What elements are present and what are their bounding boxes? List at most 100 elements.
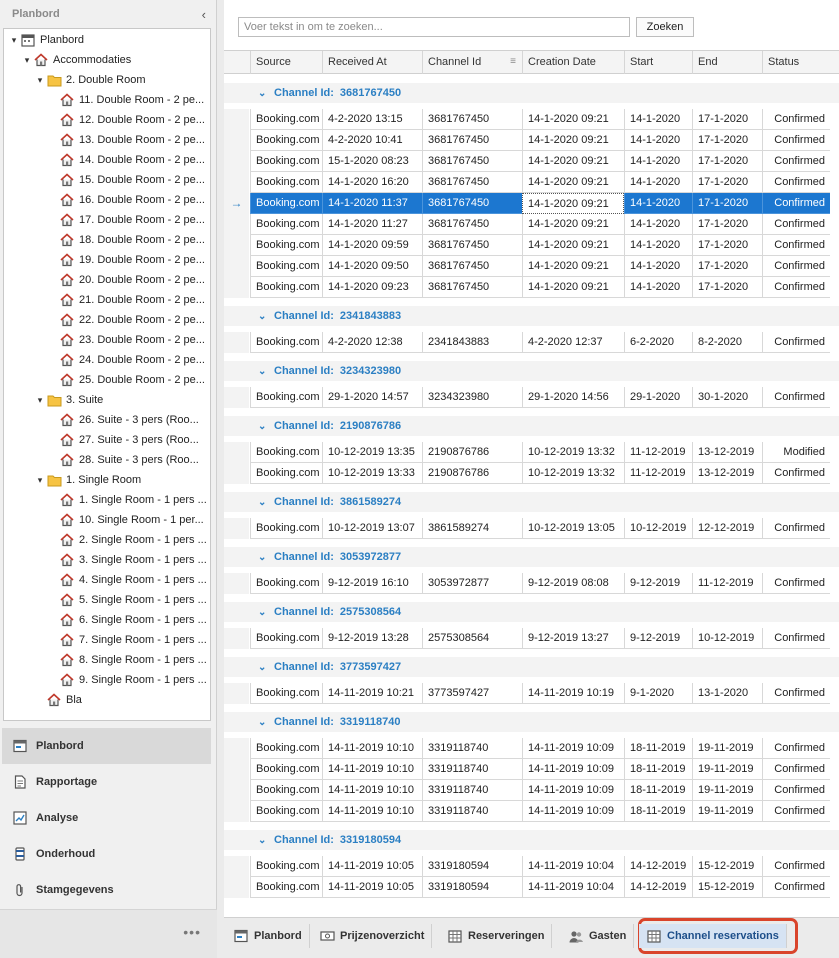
tree-node[interactable]: 25. Double Room - 2 pe...	[47, 370, 205, 390]
tree-node[interactable]: ▾ 1. Single Room	[34, 470, 141, 490]
table-cell-channel-id[interactable]: 3681767450	[422, 130, 522, 151]
table-cell-end[interactable]: 15-12-2019	[692, 877, 762, 898]
table-row[interactable]: Booking.com 14-1-2020 16:20 3681767450 14-1…	[224, 172, 839, 193]
table-cell-start[interactable]: 14-1-2020	[624, 256, 692, 277]
tree-node[interactable]: 23. Double Room - 2 pe...	[47, 330, 205, 350]
table-cell-received-at[interactable]: 14-11-2019 10:10	[322, 801, 422, 822]
table-row[interactable]: Booking.com 10-12-2019 13:07 3861589274 10-…	[224, 518, 839, 539]
table-cell-status[interactable]: Confirmed	[762, 130, 830, 151]
tree-node[interactable]: 20. Double Room - 2 pe...	[47, 270, 205, 290]
table-row[interactable]: Booking.com 4-2-2020 10:41 3681767450 14-1-…	[224, 130, 839, 151]
tree-node[interactable]: 1. Single Room - 1 pers ...	[47, 490, 207, 510]
table-cell-creation-date[interactable]: 14-1-2020 09:21	[522, 109, 624, 130]
table-row[interactable]: Booking.com 9-12-2019 16:10 3053972877 9-12…	[224, 573, 839, 594]
tree-expander-icon[interactable]: ▾	[34, 75, 46, 86]
table-cell-received-at[interactable]: 14-11-2019 10:05	[322, 856, 422, 877]
table-cell-status[interactable]: Confirmed	[762, 780, 830, 801]
table-cell-end[interactable]: 19-11-2019	[692, 738, 762, 759]
tab-reserveringen[interactable]: Reserveringen	[440, 924, 553, 948]
table-cell-channel-id[interactable]: 3681767450	[422, 193, 522, 214]
table-cell-status[interactable]: Confirmed	[762, 628, 830, 649]
table-row[interactable]: Booking.com 14-11-2019 10:10 3319118740 14-…	[224, 780, 839, 801]
table-cell-status[interactable]: Confirmed	[762, 235, 830, 256]
table-cell-start[interactable]: 14-1-2020	[624, 277, 692, 298]
table-cell-start[interactable]: 18-11-2019	[624, 780, 692, 801]
table-cell-channel-id[interactable]: 3861589274	[422, 518, 522, 539]
table-cell-end[interactable]: 11-12-2019	[692, 573, 762, 594]
group-row[interactable]: ⌄ Channel Id: 3681767450	[224, 83, 839, 103]
table-cell-creation-date[interactable]: 14-11-2019 10:09	[522, 738, 624, 759]
group-row[interactable]: ⌄ Channel Id: 2190876786	[224, 416, 839, 436]
group-row[interactable]: ⌄ Channel Id: 2575308564	[224, 602, 839, 622]
table-cell-end[interactable]: 17-1-2020	[692, 130, 762, 151]
table-cell-creation-date[interactable]: 14-1-2020 09:21	[522, 193, 624, 214]
table-row[interactable]: Booking.com 4-2-2020 13:15 3681767450 14-1-…	[224, 109, 839, 130]
tab-planbord[interactable]: Planbord	[226, 924, 310, 948]
column-header-creation-date[interactable]: Creation Date	[522, 51, 624, 74]
search-input[interactable]: Voer tekst in om te zoeken...	[238, 17, 630, 37]
table-cell-received-at[interactable]: 4-2-2020 12:38	[322, 332, 422, 353]
table-cell-source[interactable]: Booking.com	[250, 193, 322, 214]
tree-node[interactable]: 7. Single Room - 1 pers ...	[47, 630, 207, 650]
table-cell-status[interactable]: Confirmed	[762, 856, 830, 877]
table-cell-channel-id[interactable]: 3681767450	[422, 277, 522, 298]
group-row[interactable]: ⌄ Channel Id: 3861589274	[224, 492, 839, 512]
table-cell-start[interactable]: 9-1-2020	[624, 683, 692, 704]
table-cell-start[interactable]: 14-1-2020	[624, 172, 692, 193]
column-header-received-at[interactable]: Received At	[322, 51, 422, 74]
table-cell-status[interactable]: Confirmed	[762, 683, 830, 704]
table-cell-source[interactable]: Booking.com	[250, 151, 322, 172]
table-cell-start[interactable]: 14-12-2019	[624, 856, 692, 877]
tree-node[interactable]: 8. Single Room - 1 pers ...	[47, 650, 207, 670]
table-cell-end[interactable]: 17-1-2020	[692, 172, 762, 193]
table-cell-received-at[interactable]: 14-1-2020 09:23	[322, 277, 422, 298]
table-cell-source[interactable]: Booking.com	[250, 256, 322, 277]
tab-channel-reservations[interactable]: Channel reservations	[639, 924, 787, 948]
table-cell-received-at[interactable]: 29-1-2020 14:57	[322, 387, 422, 408]
table-cell-channel-id[interactable]: 3319118740	[422, 780, 522, 801]
table-cell-start[interactable]: 14-1-2020	[624, 109, 692, 130]
chevron-down-icon[interactable]: ⌄	[258, 88, 266, 99]
table-cell-channel-id[interactable]: 3053972877	[422, 573, 522, 594]
table-cell-creation-date[interactable]: 29-1-2020 14:56	[522, 387, 624, 408]
chevron-down-icon[interactable]: ⌄	[258, 366, 266, 377]
table-cell-creation-date[interactable]: 14-1-2020 09:21	[522, 256, 624, 277]
table-cell-source[interactable]: Booking.com	[250, 463, 322, 484]
group-row[interactable]: ⌄ Channel Id: 3053972877	[224, 547, 839, 567]
table-cell-channel-id[interactable]: 3681767450	[422, 214, 522, 235]
tree-node[interactable]: 17. Double Room - 2 pe...	[47, 210, 205, 230]
table-cell-channel-id[interactable]: 2190876786	[422, 463, 522, 484]
table-cell-status[interactable]: Confirmed	[762, 214, 830, 235]
table-cell-source[interactable]: Booking.com	[250, 759, 322, 780]
table-cell-start[interactable]: 9-12-2019	[624, 628, 692, 649]
nav-item-analyse[interactable]: Analyse	[0, 800, 217, 836]
table-cell-received-at[interactable]: 4-2-2020 10:41	[322, 130, 422, 151]
tree-node[interactable]: ▾ Planbord	[8, 30, 84, 50]
table-cell-status[interactable]: Confirmed	[762, 193, 830, 214]
nav-item-planbord[interactable]: Planbord	[2, 728, 211, 764]
tree-node[interactable]: 4. Single Room - 1 pers ...	[47, 570, 207, 590]
table-cell-start[interactable]: 11-12-2019	[624, 463, 692, 484]
chevron-down-icon[interactable]: ⌄	[258, 421, 266, 432]
table-cell-channel-id[interactable]: 3319118740	[422, 801, 522, 822]
table-cell-source[interactable]: Booking.com	[250, 130, 322, 151]
table-row[interactable]: Booking.com 14-11-2019 10:10 3319118740 14-…	[224, 759, 839, 780]
table-cell-start[interactable]: 14-1-2020	[624, 130, 692, 151]
table-cell-end[interactable]: 17-1-2020	[692, 277, 762, 298]
table-cell-creation-date[interactable]: 14-1-2020 09:21	[522, 130, 624, 151]
more-options-button[interactable]: •••	[183, 924, 201, 940]
table-row[interactable]: Booking.com 10-12-2019 13:35 2190876786 10-…	[224, 442, 839, 463]
table-cell-received-at[interactable]: 9-12-2019 13:28	[322, 628, 422, 649]
table-cell-received-at[interactable]: 14-11-2019 10:10	[322, 780, 422, 801]
table-cell-received-at[interactable]: 14-1-2020 09:50	[322, 256, 422, 277]
table-cell-channel-id[interactable]: 2190876786	[422, 442, 522, 463]
table-cell-creation-date[interactable]: 14-1-2020 09:21	[522, 277, 624, 298]
tab-prijzenoverzicht[interactable]: Prijzenoverzicht	[312, 924, 433, 948]
tree-node[interactable]: 14. Double Room - 2 pe...	[47, 150, 205, 170]
table-cell-status[interactable]: Confirmed	[762, 877, 830, 898]
tree-node[interactable]: 10. Single Room - 1 per...	[47, 510, 204, 530]
table-cell-source[interactable]: Booking.com	[250, 573, 322, 594]
table-cell-start[interactable]: 14-1-2020	[624, 214, 692, 235]
tree-expander-icon[interactable]: ▾	[34, 475, 46, 486]
table-cell-source[interactable]: Booking.com	[250, 332, 322, 353]
